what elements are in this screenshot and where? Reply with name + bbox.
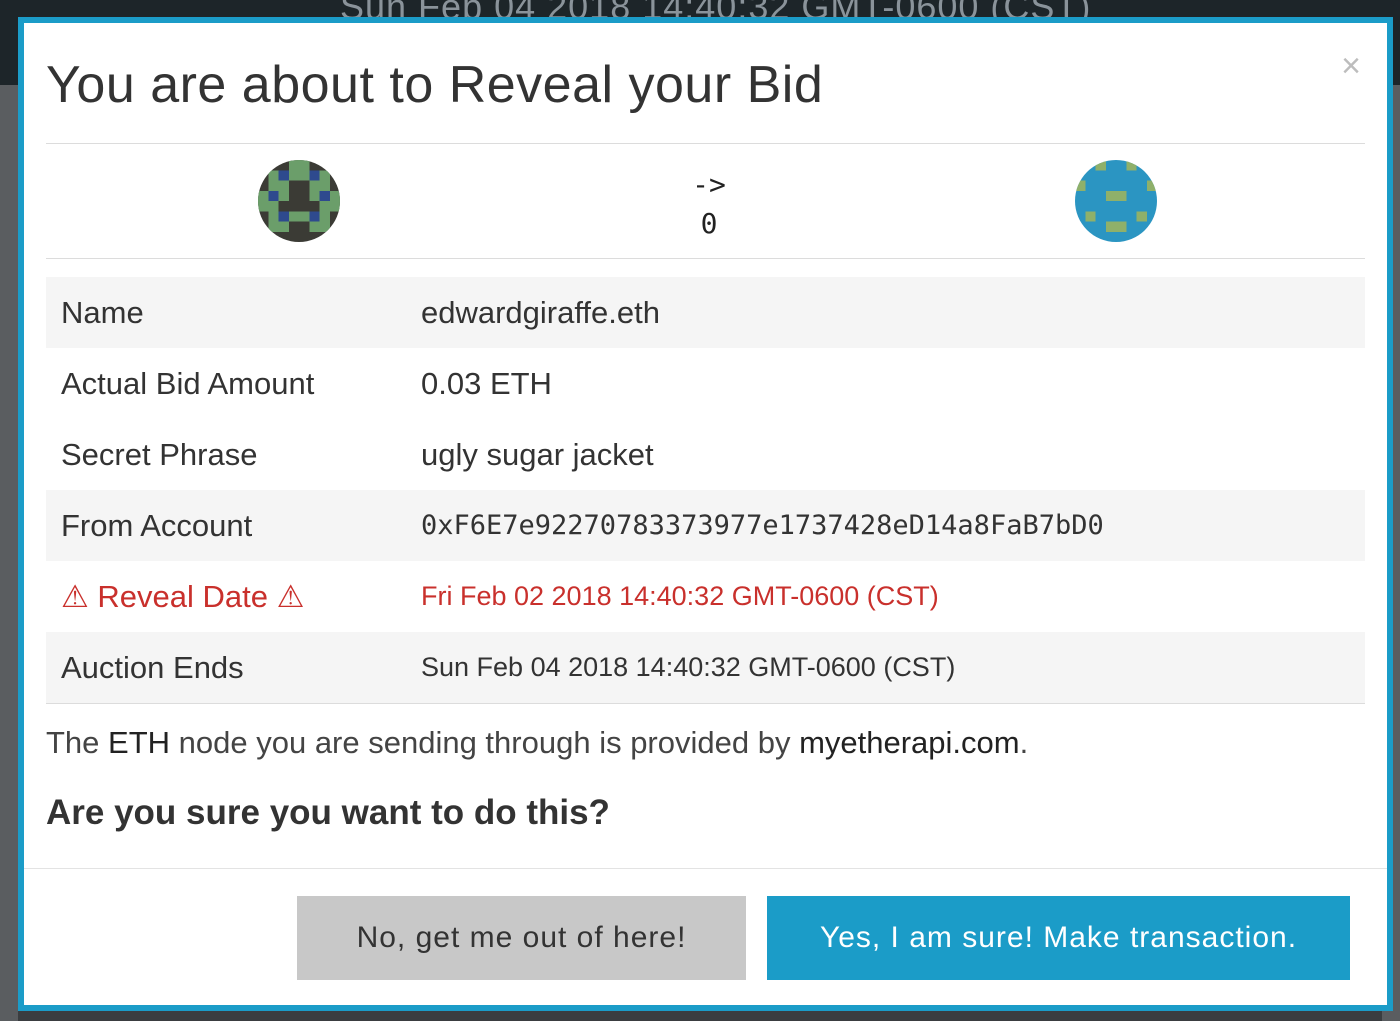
divider (24, 868, 1387, 869)
note-prefix: The (46, 725, 109, 760)
row-value: Fri Feb 02 2018 14:40:32 GMT-0600 (CST) (421, 581, 939, 611)
table-row-secret-phrase: Secret Phrase ugly sugar jacket (46, 419, 1365, 490)
row-label: ⚠ Reveal Date ⚠ (61, 578, 305, 614)
modal-title: You are about to Reveal your Bid (46, 56, 824, 114)
transfer-arrow: -> (692, 168, 726, 201)
node-provider-note: The ETH node you are sending through is … (46, 725, 1028, 761)
table-row-auction-ends: Auction Ends Sun Feb 04 2018 14:40:32 GM… (46, 632, 1365, 703)
divider (46, 258, 1365, 259)
row-label: From Account (61, 507, 253, 543)
provider-name: myetherapi.com (799, 725, 1020, 760)
row-value: Sun Feb 04 2018 14:40:32 GMT-0600 (CST) (421, 652, 956, 682)
row-label: Actual Bid Amount (61, 365, 315, 401)
row-label: Name (61, 294, 144, 330)
divider (46, 143, 1365, 144)
row-value: edwardgiraffe.eth (421, 294, 660, 330)
confirm-question: Are you sure you want to do this? (46, 793, 610, 832)
row-label: Auction Ends (61, 649, 244, 685)
cancel-button[interactable]: No, get me out of here! (297, 896, 746, 980)
row-label: Secret Phrase (61, 436, 258, 472)
table-row-bid-amount: Actual Bid Amount 0.03 ETH (46, 348, 1365, 419)
table-row-reveal-date: ⚠ Reveal Date ⚠ Fri Feb 02 2018 14:40:32… (46, 561, 1365, 632)
from-identicon-icon (258, 160, 340, 242)
row-value: 0.03 ETH (421, 365, 552, 401)
bid-details-table: Name edwardgiraffe.eth Actual Bid Amount… (46, 277, 1365, 704)
transfer-summary: -> 0 (654, 168, 764, 240)
divider (46, 703, 1365, 704)
table-row-from-account: From Account 0xF6E7e92270783373977e17374… (46, 490, 1365, 561)
reveal-bid-modal: × You are about to Reveal your Bid -> 0 (18, 17, 1393, 1011)
note-middle: node you are sending through is provided… (170, 725, 800, 760)
row-value: ugly sugar jacket (421, 436, 654, 472)
to-identicon-icon (1075, 160, 1157, 242)
background-left-strip (0, 85, 18, 1021)
confirm-transaction-button[interactable]: Yes, I am sure! Make transaction. (767, 896, 1350, 980)
close-icon[interactable]: × (1341, 49, 1361, 83)
note-suffix: . (1019, 725, 1029, 760)
transfer-amount: 0 (700, 207, 718, 240)
table-row-name: Name edwardgiraffe.eth (46, 277, 1365, 348)
network-name: ETH (108, 725, 171, 760)
row-value: 0xF6E7e92270783373977e1737428eD14a8FaB7b… (421, 510, 1104, 541)
